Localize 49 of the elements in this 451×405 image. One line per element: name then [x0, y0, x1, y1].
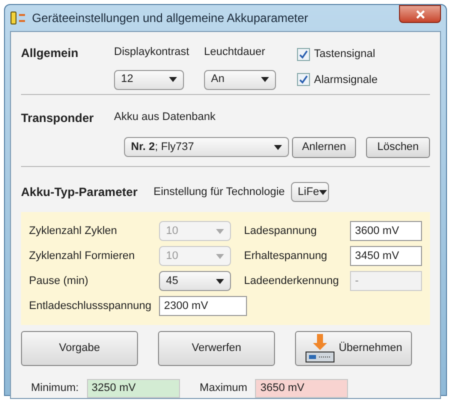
contrast-dropdown[interactable]: 12 — [114, 70, 184, 90]
checkbox[interactable] — [297, 73, 310, 86]
section-heading: Transponder — [21, 110, 95, 127]
battery-dropdown[interactable]: Nr. 2; Fly737 — [124, 137, 289, 157]
field-label: Entladeschlussspannung — [29, 298, 149, 314]
section-heading: Akku-Typ-Parameter — [21, 184, 138, 201]
button[interactable]: Löschen — [366, 136, 430, 158]
limit-field: 3250 mV — [86, 379, 180, 398]
field-label: Zyklenzahl Formieren — [29, 248, 136, 264]
button[interactable]: Vorgabe — [21, 331, 138, 366]
checkmark-icon — [299, 50, 308, 59]
dropdown-caret-icon — [274, 144, 282, 150]
dropdown-caret-icon — [169, 77, 177, 82]
checkbox-label: Alarmsignale — [314, 72, 378, 88]
field-label: Ladespannung — [244, 224, 318, 239]
button[interactable]: Verwerfen — [158, 331, 275, 366]
checkbox-label: Tastensignal — [314, 47, 376, 62]
technology-dropdown[interactable]: LiFe — [290, 182, 329, 202]
text-field[interactable]: 2300 mV — [159, 296, 247, 316]
field-label: Einstellung für Technologie — [153, 184, 285, 200]
button[interactable]: Übernehmen — [295, 331, 412, 366]
backlight-dropdown[interactable]: An — [204, 70, 276, 90]
field-label: Displaykontrast — [114, 45, 190, 60]
text-field[interactable]: 3600 mV — [350, 221, 422, 241]
checkbox[interactable] — [297, 48, 310, 61]
dropdown-caret-icon — [261, 77, 269, 82]
field-label: Minimum: — [31, 381, 79, 396]
device-download-icon — [304, 334, 335, 364]
field-label: Erhaltespannung — [244, 248, 328, 264]
dropdown-caret-icon — [216, 254, 224, 258]
field-label: Pause (min) — [29, 274, 90, 289]
dropdown-caret-icon — [216, 278, 224, 284]
section-heading: Allgemein — [21, 45, 80, 62]
close-icon — [416, 10, 424, 18]
close-button[interactable] — [399, 5, 441, 23]
window-title: Geräteeinstellungen und allgemeine Akkuparameter — [32, 10, 308, 27]
field-label: Akku aus Datenbank — [114, 110, 216, 125]
field-label: Zyklenzahl Zyklen — [29, 224, 118, 239]
button[interactable]: Anlernen — [292, 136, 356, 158]
limit-field: 3650 mV — [255, 379, 348, 398]
app-icon — [10, 10, 26, 26]
field-label: Maximum — [200, 381, 248, 396]
dropdown-caret-icon — [216, 228, 224, 234]
dropdown-caret-icon — [319, 190, 328, 194]
field-label: Leuchtdauer — [204, 45, 266, 60]
dropdown[interactable]: 45 — [159, 271, 231, 291]
field-label: Ladeenderkennung — [244, 274, 340, 289]
checkmark-icon — [299, 75, 308, 84]
text-field[interactable]: 3450 mV — [350, 246, 422, 266]
